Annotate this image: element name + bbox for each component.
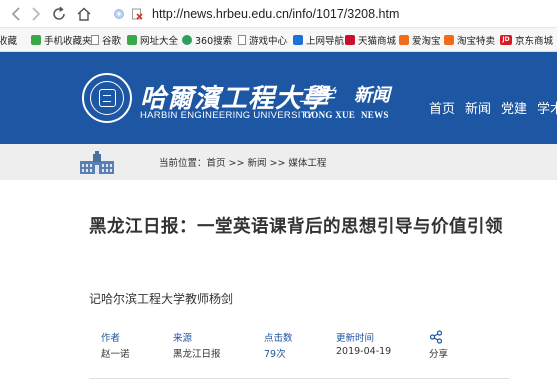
breadcrumb-bar: 当前位置：首页 >> 新闻 >> 媒体工程 [0, 144, 557, 180]
arrow-right-icon [32, 7, 41, 21]
meta-clicks: 点击数 79次 [264, 330, 293, 360]
bookmark-site-directory[interactable]: 网址大全 [127, 32, 178, 48]
bookmark-label: 收藏 [0, 36, 18, 47]
bookmark-360-search[interactable]: 360搜索 [182, 32, 232, 48]
article-subtitle: 记哈尔滨工程大学教师杨剑 [89, 292, 234, 306]
university-name-en: HARBIN ENGINEERING UNIVERSITY [140, 110, 314, 121]
meta-author: 作者 赵一诺 [101, 330, 130, 360]
bookmark-game-center[interactable]: 游戏中心 [238, 32, 287, 48]
search-360-icon [182, 35, 192, 45]
arrow-left-icon [11, 7, 20, 21]
bookmark-label: 网址大全 [140, 36, 179, 47]
meta-source-value: 黑龙江日报 [173, 349, 221, 360]
meta-updated-value: 2019-04-19 [336, 346, 392, 357]
bookmark-label: 淘宝特卖 [457, 36, 496, 47]
seal-emblem [99, 89, 116, 107]
bookmark-bar: 收藏 手机收藏夹 谷歌 网址大全 360搜索 游戏中心 上网导航 天猫商城 爱淘… [0, 28, 557, 52]
university-seal-logo[interactable] [82, 73, 132, 123]
page-error-icon[interactable] [130, 7, 144, 21]
bookmark-label: 谷歌 [102, 36, 122, 47]
home-button[interactable] [74, 4, 94, 24]
home-icon [77, 7, 91, 21]
meta-author-value: 赵一诺 [101, 349, 130, 360]
page-icon [91, 35, 99, 45]
site-header: 哈爾濱工程大學 HARBIN ENGINEERING UNIVERSITY 工学… [0, 52, 557, 144]
bookmark-tmall[interactable]: 天猫商城 [345, 32, 396, 48]
browser-address-bar: http://news.hrbeu.edu.cn/info/1017/3208.… [0, 0, 557, 28]
breadcrumb: 当前位置：首页 >> 新闻 >> 媒体工程 [159, 155, 326, 169]
brand-news-en: NEWS [361, 110, 389, 120]
article-title: 黑龙江日报：一堂英语课背后的思想引导与价值引领 [89, 217, 503, 237]
bookmark-label: 手机收藏夹 [44, 36, 92, 47]
main-nav: 首页 新闻 党建 学术 [429, 98, 557, 117]
mobile-icon [31, 35, 41, 45]
share-button[interactable]: 分享 [429, 330, 448, 360]
brand-news-cn: 新闻 [354, 85, 390, 106]
tmall-icon [345, 35, 355, 45]
nav-item-home[interactable]: 首页 [429, 98, 455, 117]
bookmark-web-nav[interactable]: 上网导航 [293, 32, 344, 48]
meta-source-label: 来源 [173, 333, 193, 344]
meta-updated-label: 更新时间 [336, 333, 375, 344]
campus-building-icon [78, 151, 116, 176]
meta-source: 来源 黑龙江日报 [173, 330, 221, 360]
breadcrumb-label: 当前位置： [159, 158, 207, 169]
meta-clicks-label: 点击数 [264, 333, 293, 344]
taobao-icon [444, 35, 454, 45]
nav-item-party[interactable]: 党建 [501, 98, 527, 117]
meta-updated: 更新时间 2019-04-19 [336, 330, 391, 357]
nav-item-academic[interactable]: 学术 [537, 98, 557, 117]
divider [89, 378, 509, 379]
url-field[interactable]: http://news.hrbeu.edu.cn/info/1017/3208.… [112, 4, 557, 24]
reload-icon [53, 6, 65, 20]
jd-icon: JD [500, 35, 512, 45]
forward-button[interactable] [26, 4, 46, 24]
bookmark-label: 360搜索 [195, 36, 233, 47]
meta-clicks-value: 79次 [264, 349, 286, 360]
bookmark-label: 游戏中心 [249, 36, 288, 47]
bookmark-label: 京东商城 [515, 36, 554, 47]
taobao-icon [399, 35, 409, 45]
share-label: 分享 [429, 349, 449, 360]
bookmark-label: 爱淘宝 [412, 36, 441, 47]
bookmark-label: 天猫商城 [358, 36, 397, 47]
back-button[interactable] [6, 4, 26, 24]
site-icon [127, 35, 137, 45]
bookmark-mobile-favorites[interactable]: 手机收藏夹 [31, 32, 92, 48]
nav-icon [293, 35, 303, 45]
page-icon [238, 35, 246, 45]
breadcrumb-path[interactable]: 首页 >> 新闻 >> 媒体工程 [207, 158, 327, 169]
bookmark-ai-taobao[interactable]: 爱淘宝 [399, 32, 441, 48]
bookmark-taobao-sale[interactable]: 淘宝特卖 [444, 32, 495, 48]
url-text[interactable]: http://news.hrbeu.edu.cn/info/1017/3208.… [152, 7, 399, 21]
share-icon[interactable] [429, 330, 448, 346]
bookmark-favorites[interactable]: 收藏 [0, 32, 17, 48]
bookmark-google[interactable]: 谷歌 [91, 32, 121, 48]
reload-button[interactable] [49, 4, 69, 24]
bookmark-label: 上网导航 [306, 36, 345, 47]
meta-author-label: 作者 [101, 333, 121, 344]
brand-name-cn: 工学 [299, 86, 335, 107]
brand-name-en: GONG XUE [304, 110, 356, 120]
shield-icon [112, 7, 126, 21]
nav-item-news[interactable]: 新闻 [465, 98, 491, 117]
bookmark-jd[interactable]: JD 京东商城 [500, 32, 553, 48]
